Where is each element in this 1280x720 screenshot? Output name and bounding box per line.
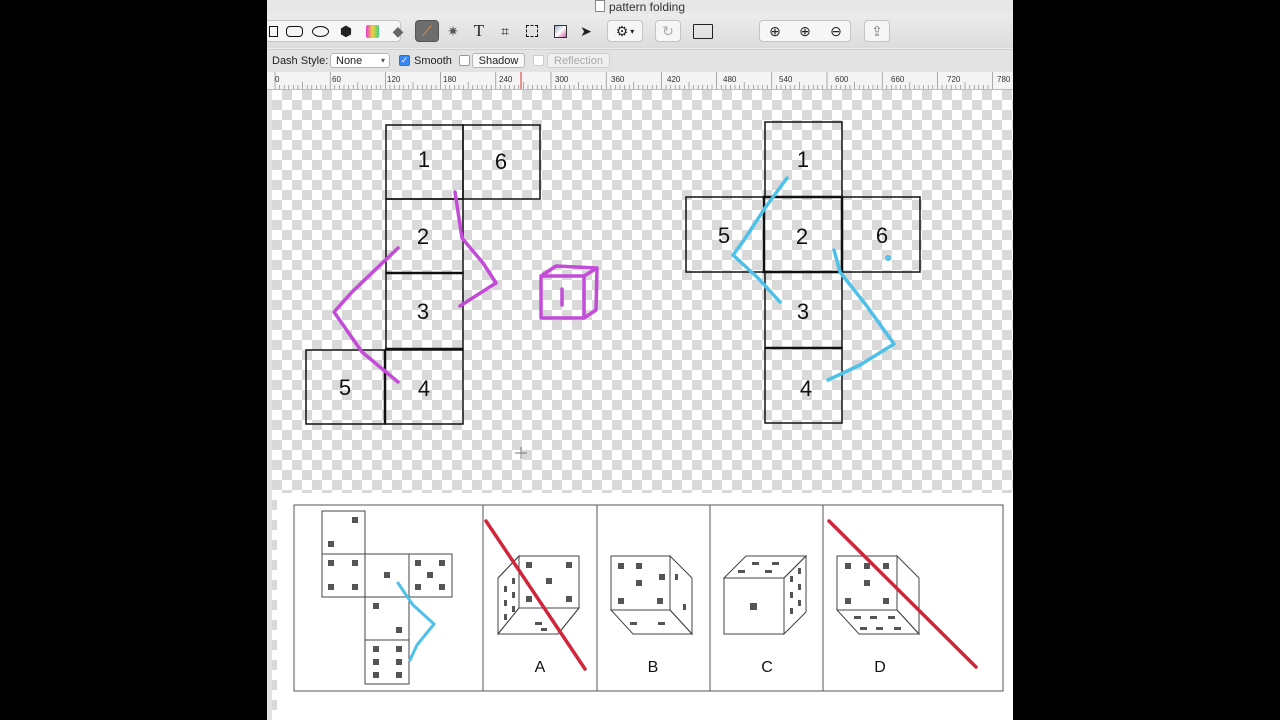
smooth-checkbox[interactable]: ✓ [399,55,410,66]
zoom-fit-icon[interactable]: ⊕ [765,20,785,42]
marquee-icon[interactable] [523,20,541,42]
ruler-label: 360 [611,75,625,84]
chevron-down-icon: ▾ [380,56,385,65]
image-adjust-icon[interactable] [551,20,569,42]
ruler-label: 720 [947,75,961,84]
ruler-label: 60 [332,75,341,84]
image-size-icon[interactable] [689,20,717,42]
reflection-button[interactable]: Reflection [547,53,610,68]
ellipse-icon[interactable] [309,20,331,42]
horizontal-ruler: 0 60 120 180 240 300 360 420 480 540 600… [267,72,1013,90]
ruler-label: 540 [779,75,793,84]
rounded-rect-icon[interactable] [283,20,305,42]
crop-icon[interactable]: ⌗ [496,20,514,42]
ruler-label: 240 [499,75,513,84]
ruler-label: 180 [443,75,457,84]
dash-style-select[interactable]: None ▾ [330,53,390,68]
shadow-checkbox[interactable] [459,55,470,66]
magic-wand-icon[interactable]: ✷ [444,20,462,42]
zoom-out-icon[interactable]: ⊖ [826,20,846,42]
smooth-label: Smooth [414,55,452,67]
gear-icon[interactable]: ⚙ ▾ [607,20,643,42]
rect-icon[interactable] [267,20,279,42]
polygon-icon[interactable]: ⬢ [337,20,355,42]
shadow-button[interactable]: Shadow [472,53,525,68]
gradient-icon[interactable] [363,20,381,42]
ruler-label: 120 [387,75,401,84]
ruler-label: 480 [723,75,737,84]
zoom-in-icon[interactable]: ⊕ [795,20,815,42]
document-icon [594,0,605,12]
window-title: pattern folding [608,0,686,14]
pencil-icon[interactable]: ⟋ [415,20,439,42]
title-bar: pattern folding [267,0,1013,14]
share-icon[interactable]: ⇪ [864,20,890,42]
ruler-label: 420 [667,75,681,84]
dash-style-label: Dash Style: [272,55,329,67]
app-window: pattern folding ⬢ ◆ ⟋ ✷ T ⌗ ➤ ⚙ ▾ ↻ ⊕ ⊕ ⊖… [267,0,1013,720]
ruler-label: 300 [555,75,569,84]
ruler-label: 660 [891,75,905,84]
pointer-icon[interactable]: ➤ [577,20,595,42]
options-bar: Dash Style: None ▾ ✓ Smooth Shadow Reflec… [267,49,1013,73]
ruler-label: 0 [275,75,280,84]
ruler-scale: 0 60 120 180 240 300 360 420 480 540 600… [274,72,1011,89]
drawing-canvas[interactable] [272,90,1013,720]
ruler-label: 780 [997,75,1011,84]
toolbar: ⬢ ◆ ⟋ ✷ T ⌗ ➤ ⚙ ▾ ↻ ⊕ ⊕ ⊖ ⇪ [267,14,1013,48]
reflection-checkbox[interactable] [533,55,544,66]
ruler-label: 600 [835,75,849,84]
text-icon[interactable]: T [470,20,488,42]
eraser-icon[interactable]: ◆ [389,20,407,42]
rotate-icon[interactable]: ↻ [655,20,681,42]
